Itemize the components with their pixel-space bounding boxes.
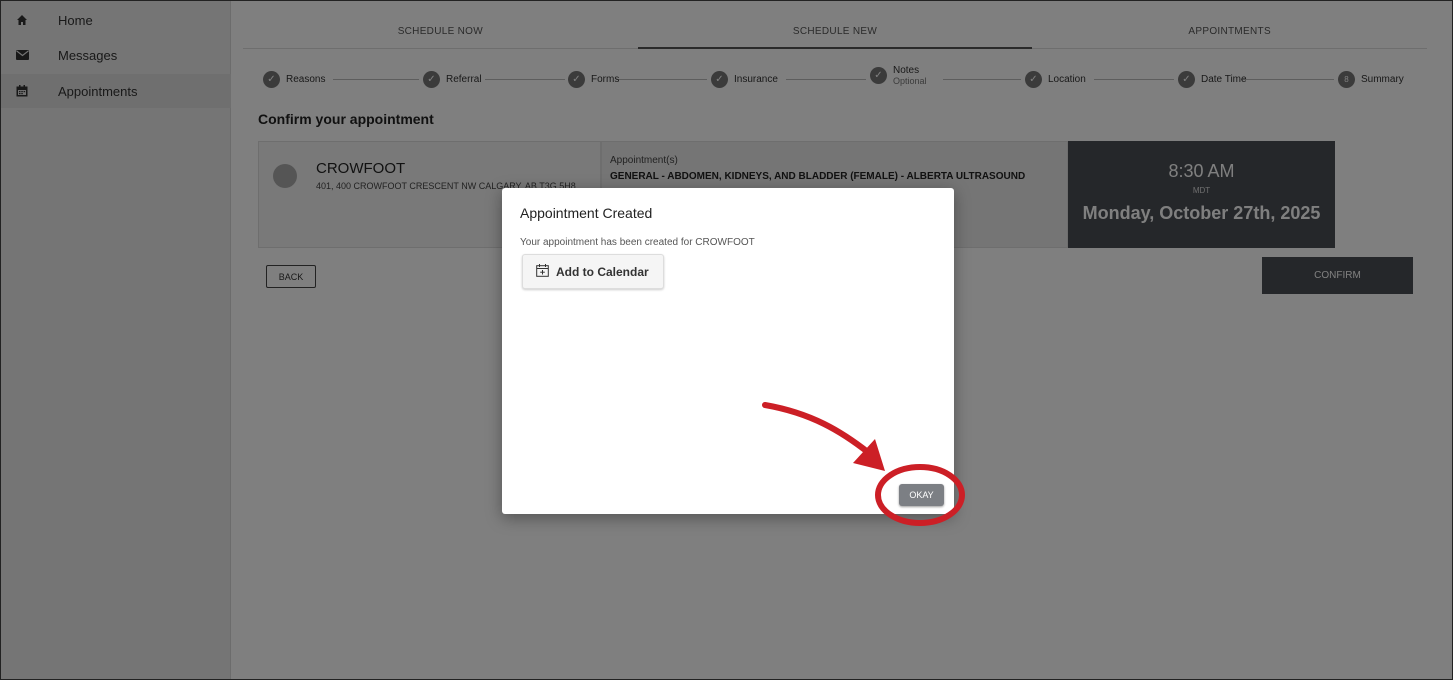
calendar-add-icon (536, 263, 549, 280)
add-to-calendar-button[interactable]: Add to Calendar (522, 254, 664, 289)
appointment-created-dialog: Appointment Created Your appointment has… (502, 188, 954, 514)
add-to-calendar-label: Add to Calendar (556, 264, 649, 279)
app-window: Home Messages Appointments SCHEDULE NOW … (0, 0, 1453, 680)
dialog-title: Appointment Created (520, 205, 653, 221)
okay-button[interactable]: OKAY (899, 484, 944, 506)
dialog-message: Your appointment has been created for CR… (520, 237, 755, 248)
